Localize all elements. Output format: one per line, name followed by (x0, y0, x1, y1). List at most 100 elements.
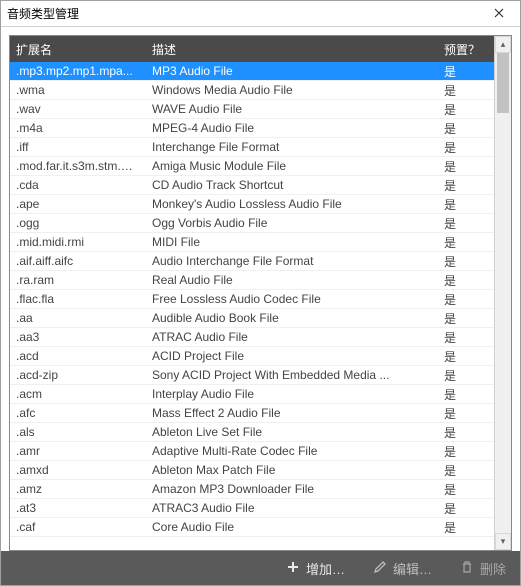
cell-description: Windows Media Audio File (146, 83, 438, 97)
column-header-preset[interactable]: 预置？ (438, 41, 494, 58)
table-row[interactable]: .aif.aiff.aifcAudio Interchange File For… (10, 252, 494, 271)
table-row[interactable]: .wavWAVE Audio File是 (10, 100, 494, 119)
cell-preset: 是 (438, 405, 494, 422)
cell-preset: 是 (438, 310, 494, 327)
scroll-up-button[interactable]: ▴ (495, 36, 511, 53)
cell-preset: 是 (438, 481, 494, 498)
cell-description: Audio Interchange File Format (146, 254, 438, 268)
table: 扩展名 描述 预置？ .mp3.mp2.mp1.mpa...MP3 Audio … (10, 36, 494, 550)
cell-description: ATRAC Audio File (146, 330, 438, 344)
close-button[interactable] (480, 3, 518, 25)
cell-preset: 是 (438, 253, 494, 270)
cell-extension: .m4a (10, 121, 146, 135)
table-row[interactable]: .mid.midi.rmiMIDI File是 (10, 233, 494, 252)
table-row[interactable]: .amxdAbleton Max Patch File是 (10, 461, 494, 480)
cell-description: Ableton Live Set File (146, 425, 438, 439)
table-row[interactable]: .flac.flaFree Lossless Audio Codec File是 (10, 290, 494, 309)
titlebar: 音频类型管理 (1, 1, 520, 27)
cell-description: ATRAC3 Audio File (146, 501, 438, 515)
table-row[interactable]: .cafCore Audio File是 (10, 518, 494, 537)
table-row[interactable]: .apeMonkey's Audio Lossless Audio File是 (10, 195, 494, 214)
cell-description: MPEG-4 Audio File (146, 121, 438, 135)
table-row[interactable]: .alsAbleton Live Set File是 (10, 423, 494, 442)
table-row[interactable]: .acdACID Project File是 (10, 347, 494, 366)
cell-extension: .amxd (10, 463, 146, 477)
table-row[interactable]: .amrAdaptive Multi-Rate Codec File是 (10, 442, 494, 461)
vertical-scrollbar[interactable]: ▴ ▾ (494, 36, 511, 550)
cell-preset: 是 (438, 443, 494, 460)
cell-description: Core Audio File (146, 520, 438, 534)
cell-description: Mass Effect 2 Audio File (146, 406, 438, 420)
cell-preset: 是 (438, 158, 494, 175)
cell-description: MIDI File (146, 235, 438, 249)
cell-description: Monkey's Audio Lossless Audio File (146, 197, 438, 211)
table-row[interactable]: .mod.far.it.s3m.stm.m...Amiga Music Modu… (10, 157, 494, 176)
add-button[interactable]: 增加… (280, 555, 351, 582)
cell-description: Audible Audio Book File (146, 311, 438, 325)
cell-description: Sony ACID Project With Embedded Media ..… (146, 368, 438, 382)
cell-extension: .amz (10, 482, 146, 496)
table-row[interactable]: .amzAmazon MP3 Downloader File是 (10, 480, 494, 499)
dialog-window: 音频类型管理 扩展名 描述 预置？ .mp3.mp2.mp1.mpa...MP3… (0, 0, 521, 586)
cell-preset: 是 (438, 215, 494, 232)
chevron-down-icon: ▾ (501, 536, 506, 547)
table-row[interactable]: .oggOgg Vorbis Audio File是 (10, 214, 494, 233)
cell-extension: .caf (10, 520, 146, 534)
cell-description: Amazon MP3 Downloader File (146, 482, 438, 496)
cell-preset: 是 (438, 272, 494, 289)
cell-preset: 是 (438, 63, 494, 80)
cell-preset: 是 (438, 177, 494, 194)
scrollbar-track[interactable] (495, 53, 511, 533)
cell-extension: .acm (10, 387, 146, 401)
cell-extension: .afc (10, 406, 146, 420)
cell-preset: 是 (438, 367, 494, 384)
cell-extension: .aif.aiff.aifc (10, 254, 146, 268)
cell-description: CD Audio Track Shortcut (146, 178, 438, 192)
scrollbar-thumb[interactable] (497, 53, 509, 113)
chevron-up-icon: ▴ (501, 39, 506, 50)
table-row[interactable]: .acd-zipSony ACID Project With Embedded … (10, 366, 494, 385)
cell-extension: .iff (10, 140, 146, 154)
cell-preset: 是 (438, 519, 494, 536)
table-row[interactable]: .cdaCD Audio Track Shortcut是 (10, 176, 494, 195)
table-row[interactable]: .afcMass Effect 2 Audio File是 (10, 404, 494, 423)
table-row[interactable]: .aa3ATRAC Audio File是 (10, 328, 494, 347)
cell-preset: 是 (438, 329, 494, 346)
table-body: .mp3.mp2.mp1.mpa...MP3 Audio File是.wmaWi… (10, 62, 494, 550)
cell-extension: .mod.far.it.s3m.stm.m... (10, 159, 146, 173)
cell-description: Ogg Vorbis Audio File (146, 216, 438, 230)
table-row[interactable]: .mp3.mp2.mp1.mpa...MP3 Audio File是 (10, 62, 494, 81)
table-header: 扩展名 描述 预置？ (10, 36, 494, 62)
table-row[interactable]: .aaAudible Audio Book File是 (10, 309, 494, 328)
cell-description: Adaptive Multi-Rate Codec File (146, 444, 438, 458)
cell-preset: 是 (438, 120, 494, 137)
delete-button[interactable]: 删除 (454, 555, 512, 582)
column-header-extension[interactable]: 扩展名 (10, 41, 146, 58)
column-header-description[interactable]: 描述 (146, 41, 438, 58)
table-row[interactable]: .at3ATRAC3 Audio File是 (10, 499, 494, 518)
cell-description: MP3 Audio File (146, 64, 438, 78)
cell-preset: 是 (438, 196, 494, 213)
cell-description: Interchange File Format (146, 140, 438, 154)
table-row[interactable]: .wmaWindows Media Audio File是 (10, 81, 494, 100)
cell-extension: .aa3 (10, 330, 146, 344)
close-icon (494, 7, 504, 21)
cell-description: Real Audio File (146, 273, 438, 287)
cell-preset: 是 (438, 348, 494, 365)
table-row[interactable]: .m4aMPEG-4 Audio File是 (10, 119, 494, 138)
cell-extension: .als (10, 425, 146, 439)
scroll-down-button[interactable]: ▾ (495, 533, 511, 550)
cell-description: Ableton Max Patch File (146, 463, 438, 477)
cell-preset: 是 (438, 291, 494, 308)
cell-extension: .flac.fla (10, 292, 146, 306)
table-row[interactable]: .iffInterchange File Format是 (10, 138, 494, 157)
table-row[interactable]: .ra.ramReal Audio File是 (10, 271, 494, 290)
table-row[interactable]: .acmInterplay Audio File是 (10, 385, 494, 404)
cell-extension: .aa (10, 311, 146, 325)
pencil-icon (373, 560, 387, 577)
table-container: 扩展名 描述 预置？ .mp3.mp2.mp1.mpa...MP3 Audio … (9, 35, 512, 551)
edit-button[interactable]: 编辑… (367, 555, 438, 582)
window-title: 音频类型管理 (7, 5, 480, 22)
cell-extension: .ogg (10, 216, 146, 230)
cell-preset: 是 (438, 462, 494, 479)
